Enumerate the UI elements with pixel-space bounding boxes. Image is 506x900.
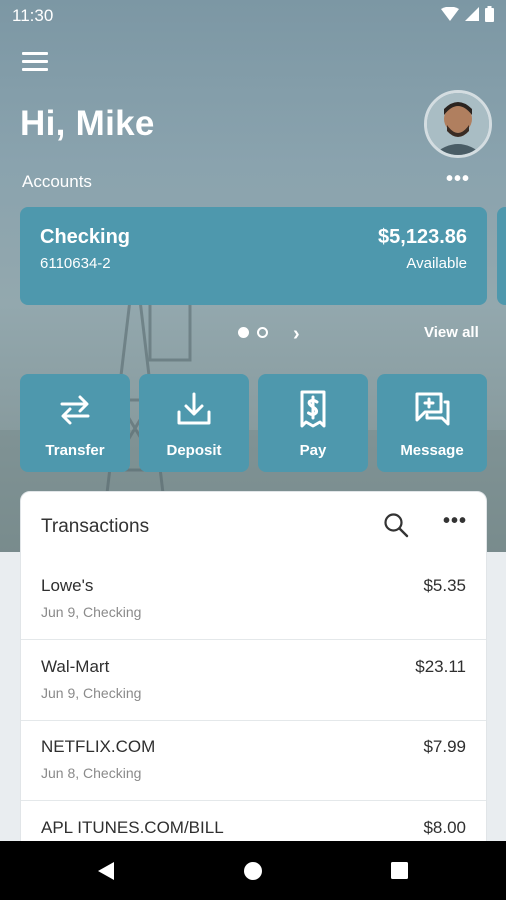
deposit-button[interactable]: Deposit <box>139 374 249 472</box>
transactions-panel: Transactions ••• Lowe's Jun 9, Checking … <box>20 491 487 851</box>
message-icon <box>415 392 450 426</box>
account-balance-label: Available <box>406 255 467 272</box>
transaction-merchant: NETFLIX.COM <box>41 737 156 756</box>
deposit-label: Deposit <box>166 442 222 459</box>
pay-icon <box>300 390 326 428</box>
pager-dot[interactable] <box>257 327 268 338</box>
transaction-amount: $8.00 <box>423 818 466 837</box>
pay-label: Pay <box>299 442 327 459</box>
transaction-row[interactable]: Lowe's Jun 9, Checking $5.35 <box>21 560 486 640</box>
transactions-more-icon[interactable]: ••• <box>443 511 467 531</box>
status-time: 11:30 <box>12 6 54 25</box>
status-icons <box>441 6 494 22</box>
transaction-row[interactable]: Wal-Mart Jun 9, Checking $23.11 <box>21 641 486 721</box>
message-button[interactable]: Message <box>377 374 487 472</box>
accounts-label: Accounts <box>22 172 92 191</box>
message-label: Message <box>400 442 464 459</box>
account-card-checking[interactable]: Checking 6110634-2 $5,123.86 Available <box>20 207 487 305</box>
account-number: 6110634-2 <box>40 255 111 272</box>
pay-button[interactable]: Pay <box>258 374 368 472</box>
account-name: Checking <box>40 226 131 248</box>
transfer-label: Transfer <box>45 442 105 459</box>
wifi-icon <box>441 7 459 21</box>
transactions-title: Transactions <box>41 516 150 537</box>
transaction-meta: Jun 9, Checking <box>41 604 142 620</box>
account-balance: $5,123.86 <box>378 226 467 248</box>
transaction-merchant: Wal-Mart <box>41 657 110 676</box>
transaction-amount: $5.35 <box>423 576 466 595</box>
transaction-meta: Jun 8, Checking <box>41 765 142 781</box>
avatar-photo <box>427 93 489 155</box>
home-icon[interactable] <box>243 861 263 881</box>
signal-icon <box>465 7 479 21</box>
transaction-merchant: APL ITUNES.COM/BILL <box>41 818 224 837</box>
transfer-icon <box>60 395 90 425</box>
accounts-more-icon[interactable]: ••• <box>446 169 470 189</box>
recents-icon[interactable] <box>390 861 409 880</box>
battery-icon <box>485 6 494 22</box>
menu-icon[interactable] <box>22 52 48 76</box>
transaction-amount: $7.99 <box>423 737 466 756</box>
transaction-amount: $23.11 <box>415 657 466 676</box>
transaction-meta: Jun 9, Checking <box>41 685 142 701</box>
account-pager <box>238 327 268 338</box>
back-icon[interactable] <box>96 861 116 881</box>
pager-dot-active[interactable] <box>238 327 249 338</box>
transaction-merchant: Lowe's <box>41 576 94 595</box>
system-nav-bar <box>0 841 506 900</box>
chevron-right-icon[interactable]: › <box>293 323 300 346</box>
profile-avatar[interactable] <box>424 90 492 158</box>
status-bar: 11:30 <box>0 0 506 32</box>
search-icon[interactable] <box>383 512 409 538</box>
transaction-row[interactable]: NETFLIX.COM Jun 8, Checking $7.99 <box>21 721 486 801</box>
next-account-card[interactable] <box>497 207 506 305</box>
transfer-button[interactable]: Transfer <box>20 374 130 472</box>
view-all-link[interactable]: View all <box>424 324 479 341</box>
deposit-icon <box>177 392 211 425</box>
greeting-title: Hi, Mike <box>20 104 155 143</box>
